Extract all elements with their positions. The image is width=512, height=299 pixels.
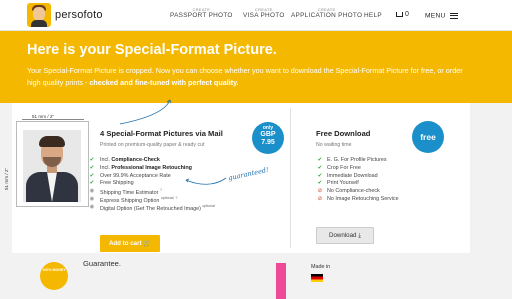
feature-text: No Image Retouching Service — [327, 195, 399, 202]
guarantee-heading: Guarantee. — [83, 259, 121, 268]
check-icon: ✔ — [317, 157, 323, 163]
photo-height-label: 51 mm / 2" — [4, 167, 9, 190]
feature-text: Incl. — [100, 157, 112, 163]
check-icon: ✔ — [317, 164, 323, 171]
add-to-cart-button[interactable]: Add to cart 🛒 — [100, 235, 160, 252]
feature-text: Digital Option (Get The Retouched Image) — [100, 205, 201, 212]
feature-sup: optional, ? — [160, 195, 178, 200]
check-icon: ✔ — [89, 172, 95, 179]
download-icon: ⤓ — [358, 232, 361, 239]
cross-icon: ⊘ — [317, 195, 323, 202]
feature-bold: Compliance-Check — [111, 157, 160, 163]
feature-text: Immediate Download — [327, 172, 378, 179]
feature-text: E. G. For Profile Pictures — [327, 157, 387, 163]
feature-sup: ? — [159, 188, 162, 193]
check-icon: ✔ — [89, 164, 95, 171]
info-icon: ◉ — [89, 203, 95, 210]
feature-text: Crop For Free — [327, 164, 361, 171]
feature-text: Free Shipping — [100, 180, 134, 187]
free-offer-subtitle: No waiting time — [316, 142, 352, 148]
made-in-label: Made in — [311, 264, 331, 270]
feature-text: Over 99.9% Acceptance Rate — [100, 172, 171, 179]
feature-text: Print Yourself — [327, 180, 359, 187]
feature-text: Incl. — [100, 164, 112, 171]
download-label: Download — [328, 232, 357, 239]
feature-sup: optional — [202, 203, 215, 208]
photo-width-line — [22, 119, 84, 120]
add-to-cart-label: Add to cart — [108, 240, 142, 247]
info-icon: ◉ — [89, 195, 95, 202]
price-badge-currency: GBP — [260, 131, 276, 138]
check-icon: ✔ — [317, 172, 323, 179]
download-button[interactable]: Download ⤓ — [316, 227, 374, 244]
special-format-photo — [23, 130, 81, 202]
seal-text: 100% MONEY — [42, 268, 66, 272]
feature-text: No Compliance-check — [327, 188, 380, 195]
german-flag-icon — [311, 274, 323, 282]
paid-offer-subtitle: Printed on premium-quality paper & ready… — [100, 142, 205, 148]
feature-bold: Professional Image Retouching — [111, 164, 192, 171]
free-offer-title: Free Download — [316, 129, 371, 138]
check-icon: ✔ — [317, 180, 323, 187]
pink-decoration — [276, 263, 286, 299]
cross-icon: ⊘ — [317, 188, 323, 195]
check-icon: ✔ — [89, 180, 95, 187]
price-badge: only GBP 7.95 — [252, 122, 284, 154]
paid-offer-title: 4 Special-Format Pictures via Mail — [100, 129, 223, 138]
check-icon: ✔ — [89, 157, 95, 163]
money-back-seal-icon: 100% MONEY — [40, 262, 68, 290]
cart-icon: 🛒 — [143, 240, 152, 247]
free-badge: free — [412, 121, 444, 153]
info-icon: ◉ — [89, 188, 95, 195]
price-badge-amount: 7.95 — [261, 139, 275, 146]
